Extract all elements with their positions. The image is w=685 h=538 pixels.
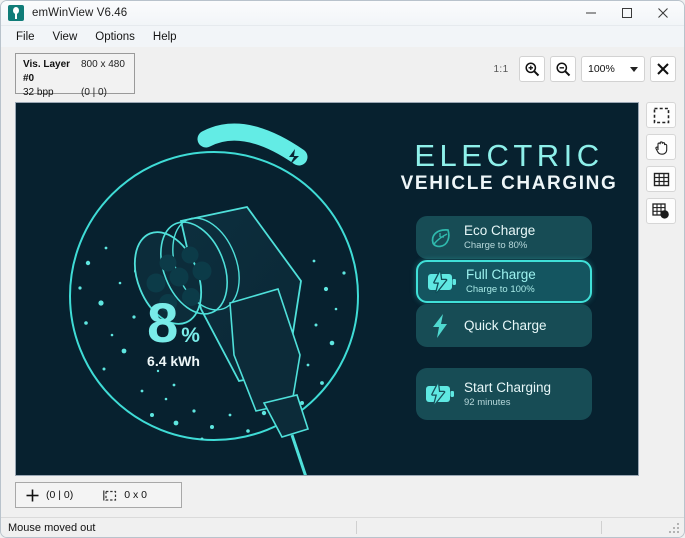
layer-info-box[interactable]: Vis. Layer #0 800 x 480 32 bpp (0 | 0) — [15, 53, 135, 94]
cursor-info-box: (0 | 0) 0 x 0 — [15, 482, 182, 508]
display-canvas[interactable]: 8 % 6.4 kWh ELECTRIC VEHICLE CHARGING — [15, 102, 639, 476]
percent-symbol: % — [181, 324, 200, 348]
zoom-out-button[interactable] — [550, 56, 576, 82]
start-charging-subtitle: 92 minutes — [464, 396, 551, 409]
hand-pan-icon — [653, 139, 670, 156]
bolt-icon — [416, 313, 464, 339]
status-divider-2 — [601, 521, 602, 534]
eco-charge-text: Eco Charge Charge to 80% — [464, 223, 535, 252]
layer-bpp: 32 bpp — [23, 86, 81, 100]
charging-cable — [206, 132, 299, 157]
cursor-position-cell: (0 | 0) — [26, 489, 73, 502]
start-charging-title: Start Charging — [464, 380, 551, 396]
color-picker-icon — [652, 202, 670, 220]
menu-bar: File View Options Help — [1, 26, 684, 47]
menu-item-view[interactable]: View — [44, 29, 87, 45]
menu-item-file[interactable]: File — [7, 29, 44, 45]
selection-size-cell: 0 x 0 — [103, 489, 147, 502]
eco-charge-button[interactable]: Eco Charge Charge to 80% — [416, 216, 592, 259]
status-divider-1 — [356, 521, 357, 534]
full-charge-text: Full Charge Charge to 100% — [466, 267, 536, 296]
marquee-select-icon — [653, 107, 670, 124]
maximize-button[interactable] — [609, 1, 645, 26]
leaf-icon — [416, 225, 464, 251]
charge-percent-line: 8 % — [106, 295, 241, 351]
zoom-in-icon — [524, 61, 540, 77]
full-charge-title: Full Charge — [466, 267, 536, 283]
window-controls — [573, 1, 684, 26]
full-charge-button[interactable]: Full Charge Charge to 100% — [416, 260, 592, 303]
status-message: Mouse moved out — [8, 522, 95, 534]
resize-grip-icon[interactable] — [667, 521, 681, 535]
zoom-level-value: 100% — [588, 63, 615, 75]
zoom-in-button[interactable] — [519, 56, 545, 82]
cursor-position-value: (0 | 0) — [46, 489, 73, 501]
minimize-button[interactable] — [573, 1, 609, 26]
full-charge-subtitle: Charge to 100% — [466, 283, 536, 296]
screen-title: ELECTRIC VEHICLE CHARGING — [394, 139, 624, 195]
quick-charge-title: Quick Charge — [464, 318, 547, 334]
toolbar-actions: 1:1 100% — [488, 56, 676, 82]
grid-icon — [653, 171, 670, 188]
menu-item-options[interactable]: Options — [86, 29, 144, 45]
toolbar: Vis. Layer #0 800 x 480 32 bpp (0 | 0) 1… — [1, 47, 684, 100]
screen-title-line2: VEHICLE CHARGING — [394, 173, 624, 195]
start-charging-button[interactable]: Start Charging 92 minutes — [416, 368, 592, 420]
grid-tool-button[interactable] — [646, 166, 676, 192]
selection-tool-button[interactable] — [646, 102, 676, 128]
color-picker-tool-button[interactable] — [646, 198, 676, 224]
quick-charge-text: Quick Charge — [464, 318, 547, 334]
tool-rail — [646, 102, 678, 224]
close-icon — [656, 62, 670, 76]
charge-readout: 8 % 6.4 kWh — [106, 295, 241, 369]
layer-size: 800 x 480 — [81, 58, 125, 86]
charge-gauge-illustration — [16, 103, 416, 476]
one-to-one-button[interactable]: 1:1 — [488, 56, 514, 82]
ev-charging-screen: 8 % 6.4 kWh ELECTRIC VEHICLE CHARGING — [16, 103, 638, 475]
zoom-out-icon — [555, 61, 571, 77]
screen-title-line1: ELECTRIC — [394, 139, 624, 173]
battery-bolt-icon — [418, 270, 466, 294]
selection-size-value: 0 x 0 — [124, 489, 147, 501]
chevron-down-icon — [630, 67, 638, 72]
layer-origin: (0 | 0) — [81, 86, 107, 100]
zoom-level-select[interactable]: 100% — [581, 56, 645, 82]
layer-info-row-name: Vis. Layer #0 800 x 480 — [23, 58, 128, 86]
emwin-logo-icon — [8, 5, 24, 21]
close-view-button[interactable] — [650, 56, 676, 82]
app-window: emWinView V6.46 File View Options Help V… — [0, 0, 685, 538]
start-charging-text: Start Charging 92 minutes — [464, 380, 551, 409]
close-button[interactable] — [645, 1, 681, 26]
pan-tool-button[interactable] — [646, 134, 676, 160]
layer-name: Vis. Layer #0 — [23, 58, 81, 86]
layer-info-row-bpp: 32 bpp (0 | 0) — [23, 86, 128, 100]
title-bar: emWinView V6.46 — [1, 1, 684, 26]
charge-percent-value: 8 — [147, 295, 178, 351]
status-bar: Mouse moved out — [1, 517, 684, 537]
charge-energy-value: 6.4 kWh — [106, 353, 241, 369]
battery-bolt-icon-2 — [416, 382, 464, 406]
selection-size-icon — [103, 489, 117, 502]
window-title: emWinView V6.46 — [32, 7, 127, 19]
crosshair-icon — [26, 489, 39, 502]
menu-item-help[interactable]: Help — [144, 29, 186, 45]
eco-charge-title: Eco Charge — [464, 223, 535, 239]
eco-charge-subtitle: Charge to 80% — [464, 239, 535, 252]
quick-charge-button[interactable]: Quick Charge — [416, 304, 592, 347]
